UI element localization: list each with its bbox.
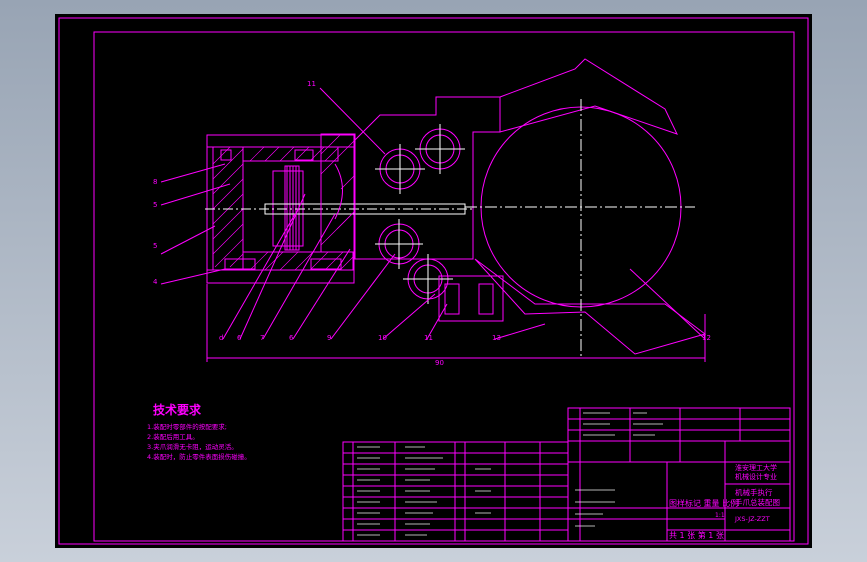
inner-border [93, 31, 795, 542]
callout-13: 13 [492, 334, 501, 342]
drawing-canvas: 11 8 5 5 4 d 6 7 6 9 10 11 13 12 90 技术要求… [55, 14, 812, 548]
callout-9: 9 [327, 334, 331, 342]
callout-11b: 11 [424, 334, 433, 342]
school-name: 淮安理工大学 [735, 463, 777, 472]
callout-d: d [219, 334, 223, 342]
callout-10: 10 [378, 334, 387, 342]
tech-line-2: 2.装配后用工具。 [147, 432, 199, 441]
callout-8: 8 [153, 178, 157, 186]
drawing-number: JXS-JZ-ZZT [734, 515, 770, 523]
callout-11: 11 [307, 80, 316, 88]
callout-5: 5 [153, 201, 157, 209]
drawing-title-2: 手爪总装配图 [735, 497, 780, 507]
sheet-count: 共 1 张 第 1 张 [669, 530, 724, 540]
callout-6: 6 [237, 334, 242, 342]
callout-6b: 6 [289, 334, 294, 342]
outer-border [58, 17, 809, 545]
tech-line-1: 1.装配时零部件的按配要求; [147, 422, 227, 431]
callout-4: 4 [153, 278, 158, 286]
tech-line-3: 3.夹爪润滑无卡阻，运动灵活。 [147, 442, 238, 451]
dept-name: 机械设计专业 [735, 472, 777, 481]
callout-5b: 5 [153, 242, 157, 250]
tech-line-4: 4.装配时，防止零件表面损伤碰撞。 [147, 452, 251, 461]
drawing-title: 机械手执行 [735, 487, 773, 497]
gear-housing [354, 96, 501, 260]
scale-value: 1:1 [715, 512, 725, 519]
scale-label: 图样标记 重量 比例 [669, 498, 738, 508]
dimension-value: 90 [435, 359, 444, 367]
cad-drawing: 11 8 5 5 4 d 6 7 6 9 10 11 13 12 90 技术要求… [58, 17, 809, 545]
callout-7: 7 [260, 334, 264, 342]
end-cap-hatch [212, 146, 244, 268]
callout-12: 12 [702, 334, 711, 342]
tech-title: 技术要求 [153, 402, 202, 417]
